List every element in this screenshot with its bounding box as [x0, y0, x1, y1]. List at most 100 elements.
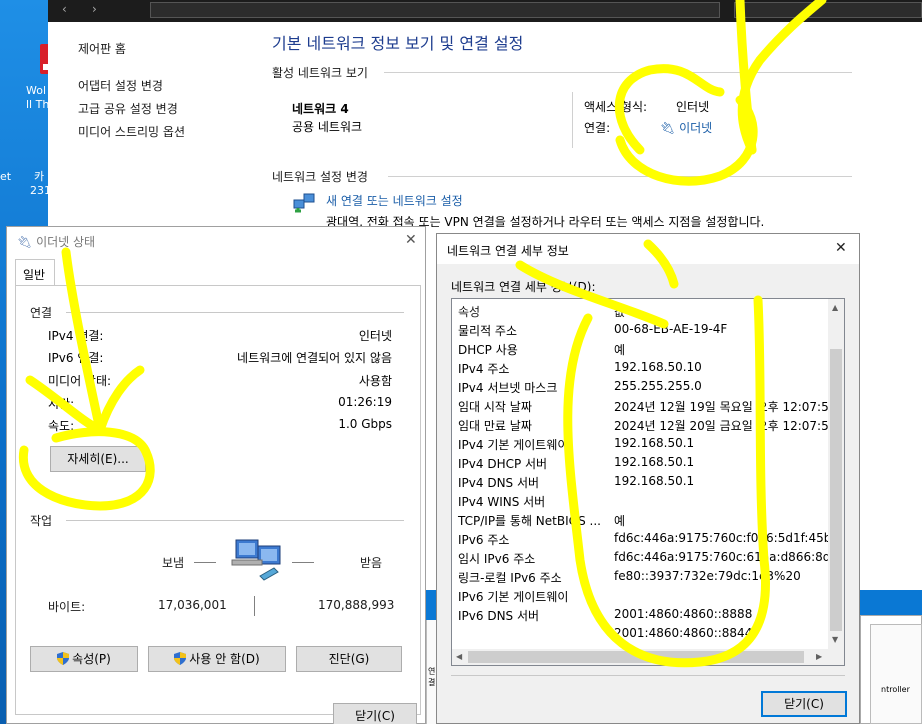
table-row[interactable]: 임대 만료 날짜 2024년 12월 20일 금요일 오후 12:07:5: [452, 415, 829, 434]
divider: [66, 312, 404, 313]
property-cell: IPv4 DHCP 서버: [458, 457, 548, 471]
value-cell: 2024년 12월 19일 목요일 오후 12:07:5: [614, 400, 829, 414]
close-icon[interactable]: ✕: [405, 232, 417, 248]
value-cell: 예: [614, 343, 626, 357]
connection-heading: 연결: [30, 306, 53, 320]
horizontal-scrollbar[interactable]: ◀ ▶: [452, 649, 844, 665]
table-row[interactable]: 임대 시작 날짜 2024년 12월 19일 목요일 오후 12:07:5: [452, 396, 829, 415]
table-row[interactable]: DHCP 사용 예: [452, 339, 828, 358]
address-bar[interactable]: [150, 2, 720, 18]
ethernet-icon: 🔌︎: [17, 235, 33, 249]
property-cell: IPv6 DNS 서버: [458, 609, 540, 623]
network-type: 공용 네트워크: [292, 120, 363, 134]
properties-button-label: 속성(P): [72, 652, 111, 666]
details-button[interactable]: 자세히(E)...: [50, 446, 146, 472]
vertical-scrollbar[interactable]: ▲ ▼: [828, 299, 844, 649]
ethernet-status-dialog: 🔌︎ 이더넷 상태 ✕ 일반 연결 IPv4 연결: 인터넷 IPv6 연결: …: [6, 226, 426, 724]
divider: [292, 562, 314, 563]
sent-label: 보냄: [162, 556, 185, 570]
value-cell: 255.255.255.0: [614, 379, 702, 393]
table-row[interactable]: IPv6 주소 fd6c:446a:9175:760c:f096:5d1f:45b…: [452, 529, 844, 548]
value-cell: 2024년 12월 20일 금요일 오후 12:07:5: [614, 419, 829, 433]
scroll-up-icon[interactable]: ▲: [832, 303, 838, 312]
table-row[interactable]: IPv4 DHCP 서버 192.168.50.1: [452, 453, 828, 472]
divider: [194, 562, 216, 563]
table-row[interactable]: IPv4 주소 192.168.50.10: [452, 358, 828, 377]
media-state-value: 사용함: [358, 374, 392, 388]
properties-button[interactable]: 속성(P): [30, 646, 138, 672]
value-cell: 00-68-EB-AE-19-4F: [614, 322, 728, 336]
property-cell: 임시 IPv6 주소: [458, 552, 536, 566]
details-title: 네트워크 연결 세부 정보: [447, 244, 569, 258]
property-cell: TCP/IP를 통해 NetBIOS ...: [458, 514, 601, 528]
search-box[interactable]: [734, 2, 922, 18]
column-header-property[interactable]: 속성: [458, 303, 480, 320]
network-setup-icon: [293, 193, 315, 213]
scroll-right-icon[interactable]: ▶: [816, 652, 822, 661]
bytes-sent-value: 17,036,001: [158, 598, 227, 612]
value-cell: 192.168.50.1: [614, 474, 695, 488]
details-titlebar: 네트워크 연결 세부 정보 ✕: [437, 234, 859, 264]
property-cell: 임대 만료 날짜: [458, 419, 532, 433]
window-toolbar: ‹ ›: [48, 0, 922, 22]
background-text: ntroller: [881, 685, 910, 694]
value-cell: 2001:4860:4860::8888: [614, 607, 753, 621]
ipv4-connectivity-value: 인터넷: [358, 329, 392, 343]
table-row[interactable]: TCP/IP를 통해 NetBIOS ... 예: [452, 510, 828, 529]
column-header-value[interactable]: 값: [614, 303, 625, 320]
diagnose-button[interactable]: 진단(G): [296, 646, 402, 672]
bytes-label: 바이트:: [48, 600, 86, 614]
value-cell: 192.168.50.10: [614, 360, 702, 374]
table-row[interactable]: 2001:4860:4860::8844: [452, 624, 828, 643]
scroll-left-icon[interactable]: ◀: [456, 652, 462, 661]
value-cell: 192.168.50.1: [614, 455, 695, 469]
table-row[interactable]: 링크-로컬 IPv6 주소 fe80::3937:732e:79dc:1e3%20: [452, 567, 828, 586]
details-subtitle: 네트워크 연결 세부 정보(D):: [451, 280, 596, 294]
divider: [384, 72, 852, 73]
divider: [388, 176, 852, 177]
sidebar-advanced-sharing[interactable]: 고급 공유 설정 변경: [78, 100, 178, 117]
scrollbar-thumb[interactable]: [468, 651, 804, 663]
table-row[interactable]: IPv6 DNS 서버 2001:4860:4860::8888: [452, 605, 828, 624]
ipv6-connectivity-label: IPv6 연결:: [48, 351, 104, 365]
table-row[interactable]: IPv4 서브넷 마스크 255.255.255.0: [452, 377, 828, 396]
value-cell: 192.168.50.1: [614, 436, 695, 450]
sidebar-control-panel-home[interactable]: 제어판 홈: [78, 40, 126, 57]
table-row[interactable]: 임시 IPv6 주소 fd6c:446a:9175:760c:61aa:d866:…: [452, 548, 844, 567]
table-row[interactable]: 물리적 주소 00-68-EB-AE-19-4F: [452, 320, 828, 339]
close-icon[interactable]: ✕: [835, 240, 847, 256]
desktop-icon-label: ll Th: [26, 98, 50, 111]
scroll-down-icon[interactable]: ▼: [832, 635, 838, 644]
scrollbar-thumb[interactable]: [830, 349, 842, 631]
details-list[interactable]: 속성 값 물리적 주소 00-68-EB-AE-19-4F DHCP 사용 예 IPv4…: [451, 298, 845, 666]
back-icon[interactable]: ‹: [62, 2, 67, 16]
details-close-button[interactable]: 닫기(C): [761, 691, 847, 717]
ethernet-connection-link[interactable]: 🔌︎ 이더넷: [660, 119, 712, 136]
table-row[interactable]: IPv4 기본 게이트웨이 192.168.50.1: [452, 434, 828, 453]
change-settings-heading: 네트워크 설정 변경: [272, 170, 368, 184]
sidebar-change-adapter[interactable]: 어댑터 설정 변경: [78, 77, 163, 94]
ethernet-link-label: 이더넷: [679, 121, 713, 135]
tab-general[interactable]: 일반: [15, 259, 55, 286]
forward-icon[interactable]: ›: [92, 2, 97, 16]
active-networks-heading: 활성 네트워크 보기: [272, 66, 368, 80]
table-row[interactable]: IPv4 DNS 서버 192.168.50.1: [452, 472, 828, 491]
disable-button[interactable]: 사용 안 함(D): [148, 646, 286, 672]
new-connection-link[interactable]: 새 연결 또는 네트워크 설정: [326, 192, 463, 209]
divider: [451, 675, 845, 676]
received-label: 받음: [360, 556, 383, 570]
list-header: 속성 값: [452, 301, 828, 320]
property-cell: IPv4 DNS 서버: [458, 476, 540, 490]
connections-label: 연결:: [584, 121, 611, 135]
table-row[interactable]: IPv6 기본 게이트웨이: [452, 586, 828, 605]
background-window: ntroller: [870, 624, 922, 724]
ethernet-icon: 🔌︎: [660, 121, 676, 135]
network-details-dialog: 네트워크 연결 세부 정보 ✕ 네트워크 연결 세부 정보(D): 속성 값 물…: [436, 233, 860, 724]
table-row[interactable]: IPv4 WINS 서버: [452, 491, 828, 510]
uac-shield-icon: [57, 652, 70, 665]
sidebar-media-streaming[interactable]: 미디어 스트리밍 옵션: [78, 123, 185, 140]
ethernet-close-button[interactable]: 닫기(C): [333, 703, 417, 724]
value-cell: fd6c:446a:9175:760c:61aa:d866:8d81:7: [614, 550, 845, 564]
desktop-icon-label: Wol: [26, 84, 47, 97]
disable-button-label: 사용 안 함(D): [189, 652, 260, 666]
